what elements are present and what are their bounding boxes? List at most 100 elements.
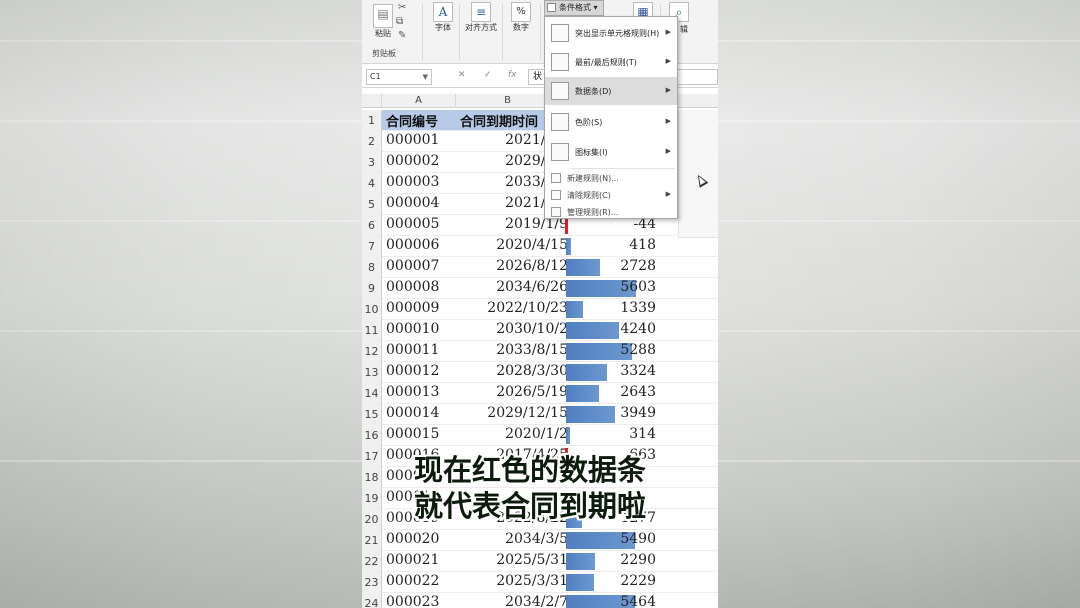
cell-contract-id[interactable]: 000021 — [386, 552, 439, 568]
manage-rules-icon — [551, 207, 561, 217]
table-row: 000015 2020/1/2 314 — [382, 425, 718, 446]
row-header[interactable]: 6 — [362, 215, 382, 236]
cell-expiry-date[interactable]: 2029/12/15 — [470, 405, 568, 421]
cell-contract-id[interactable]: 000022 — [386, 573, 439, 589]
row-header[interactable]: 9 — [362, 278, 382, 299]
row-header[interactable]: 8 — [362, 257, 382, 278]
confirm-icon[interactable]: ✓ — [484, 70, 492, 80]
cell-contract-id[interactable]: 000006 — [386, 237, 439, 253]
cell-contract-id[interactable]: 000011 — [386, 342, 439, 358]
cell-days-remaining[interactable]: 4240 — [566, 320, 658, 340]
cell-days-remaining[interactable]: 5490 — [566, 530, 658, 550]
cell-value: 5288 — [620, 342, 656, 358]
cell-expiry-date[interactable]: 2020/1/2 — [470, 426, 568, 442]
select-all-corner[interactable] — [362, 94, 382, 108]
cell-contract-id[interactable]: 000020 — [386, 531, 439, 547]
conditional-format-button[interactable]: 条件格式 ▾ — [544, 0, 604, 16]
paste-button[interactable]: ▤ 粘贴 — [368, 4, 398, 39]
cell-contract-id[interactable]: 000014 — [386, 405, 439, 421]
function-icon[interactable]: fx — [508, 70, 517, 80]
menu-item-manage-rules[interactable]: 管理规则(R)... — [545, 204, 677, 220]
cell-contract-id[interactable]: 000008 — [386, 279, 439, 295]
cell-days-remaining[interactable]: 2728 — [566, 257, 658, 277]
cell-days-remaining[interactable]: 5464 — [566, 593, 658, 608]
menu-item-new-rule[interactable]: 新建规则(N)... — [545, 170, 677, 186]
row-header[interactable]: 19 — [362, 488, 382, 509]
number-button[interactable]: % 数字 — [506, 2, 536, 33]
cell-contract-id[interactable]: 000007 — [386, 258, 439, 274]
row-header[interactable]: 3 — [362, 152, 382, 173]
row-header[interactable]: 4 — [362, 173, 382, 194]
cell-expiry-date[interactable]: 2034/2/7 — [470, 594, 568, 608]
menu-item-highlight-rules[interactable]: 突出显示单元格规则(H) ▶ — [545, 19, 677, 47]
header-contract-id[interactable]: 合同编号 — [386, 111, 438, 130]
alignment-button[interactable]: ≡ 对齐方式 — [462, 2, 500, 33]
row-header[interactable]: 5 — [362, 194, 382, 215]
copy-icon[interactable]: ⧉ — [396, 16, 403, 27]
cell-expiry-date[interactable]: 2025/3/31 — [470, 573, 568, 589]
cell-expiry-date[interactable]: 2020/4/15 — [470, 237, 568, 253]
cell-days-remaining[interactable]: 5603 — [566, 278, 658, 298]
row-header[interactable]: 16 — [362, 425, 382, 446]
cell-value: 5490 — [620, 531, 656, 547]
row-header[interactable]: 24 — [362, 593, 382, 608]
row-header[interactable]: 7 — [362, 236, 382, 257]
menu-item-data-bars[interactable]: 数据条(D) ▶ — [545, 77, 677, 105]
cancel-icon[interactable]: ✕ — [458, 70, 466, 80]
cell-contract-id[interactable]: 000009 — [386, 300, 439, 316]
cell-contract-id[interactable]: 000004 — [386, 195, 439, 211]
cell-expiry-date[interactable]: 2022/10/23 — [470, 300, 568, 316]
cell-contract-id[interactable]: 000012 — [386, 363, 439, 379]
row-header[interactable]: 18 — [362, 467, 382, 488]
cell-days-remaining[interactable]: 1339 — [566, 299, 658, 319]
cell-expiry-date[interactable]: 2030/10/2 — [470, 321, 568, 337]
cell-expiry-date[interactable]: 2033/8/15 — [470, 342, 568, 358]
cell-days-remaining[interactable]: 5288 — [566, 341, 658, 361]
row-header[interactable]: 2 — [362, 131, 382, 152]
format-painter-icon[interactable]: ✎ — [398, 30, 406, 41]
menu-item-top-bottom-rules[interactable]: 最前/最后规则(T) ▶ — [545, 48, 677, 76]
cell-expiry-date[interactable]: 2034/3/5 — [470, 531, 568, 547]
row-header[interactable]: 11 — [362, 320, 382, 341]
row-header[interactable]: 10 — [362, 299, 382, 320]
row-header[interactable]: 22 — [362, 551, 382, 572]
cell-days-remaining[interactable]: 2643 — [566, 383, 658, 403]
cell-days-remaining[interactable]: 3949 — [566, 404, 658, 424]
menu-item-label: 突出显示单元格规则(H) — [575, 29, 660, 38]
row-header[interactable]: 21 — [362, 530, 382, 551]
cell-contract-id[interactable]: 000001 — [386, 132, 439, 148]
header-expiry-date[interactable]: 合同到期时间 — [460, 111, 538, 130]
cell-contract-id[interactable]: 000005 — [386, 216, 439, 232]
row-header[interactable]: 23 — [362, 572, 382, 593]
cell-days-remaining[interactable]: 3324 — [566, 362, 658, 382]
cut-icon[interactable]: ✂ — [398, 2, 406, 13]
cell-days-remaining[interactable]: 2229 — [566, 572, 658, 592]
cell-contract-id[interactable]: 000013 — [386, 384, 439, 400]
cell-contract-id[interactable]: 000015 — [386, 426, 439, 442]
cell-days-remaining[interactable]: 418 — [566, 236, 658, 256]
cell-days-remaining[interactable]: 2290 — [566, 551, 658, 571]
cell-expiry-date[interactable]: 2034/6/26 — [470, 279, 568, 295]
cell-contract-id[interactable]: 000023 — [386, 594, 439, 608]
menu-item-clear-rules[interactable]: 清除规则(C) ▶ — [545, 187, 677, 203]
cell-expiry-date[interactable]: 2026/5/19 — [470, 384, 568, 400]
row-header[interactable]: 20 — [362, 509, 382, 530]
cell-expiry-date[interactable]: 2025/5/31 — [470, 552, 568, 568]
name-box[interactable]: C1 ▼ — [366, 69, 432, 85]
row-header[interactable]: 14 — [362, 383, 382, 404]
row-header[interactable]: 15 — [362, 404, 382, 425]
row-header-1[interactable]: 1 — [362, 110, 382, 131]
font-button[interactable]: A 字体 — [428, 2, 458, 33]
row-header[interactable]: 12 — [362, 341, 382, 362]
cell-days-remaining[interactable]: 314 — [566, 425, 658, 445]
menu-item-color-scales[interactable]: 色阶(S) ▶ — [545, 108, 677, 136]
cell-contract-id[interactable]: 000003 — [386, 174, 439, 190]
column-header-a[interactable]: A — [382, 94, 456, 108]
cell-expiry-date[interactable]: 2028/3/30 — [470, 363, 568, 379]
cell-contract-id[interactable]: 000010 — [386, 321, 439, 337]
row-header[interactable]: 13 — [362, 362, 382, 383]
cell-expiry-date[interactable]: 2026/8/12 — [470, 258, 568, 274]
row-header[interactable]: 17 — [362, 446, 382, 467]
menu-item-icon-sets[interactable]: 图标集(I) ▶ — [545, 138, 677, 166]
cell-contract-id[interactable]: 000002 — [386, 153, 439, 169]
